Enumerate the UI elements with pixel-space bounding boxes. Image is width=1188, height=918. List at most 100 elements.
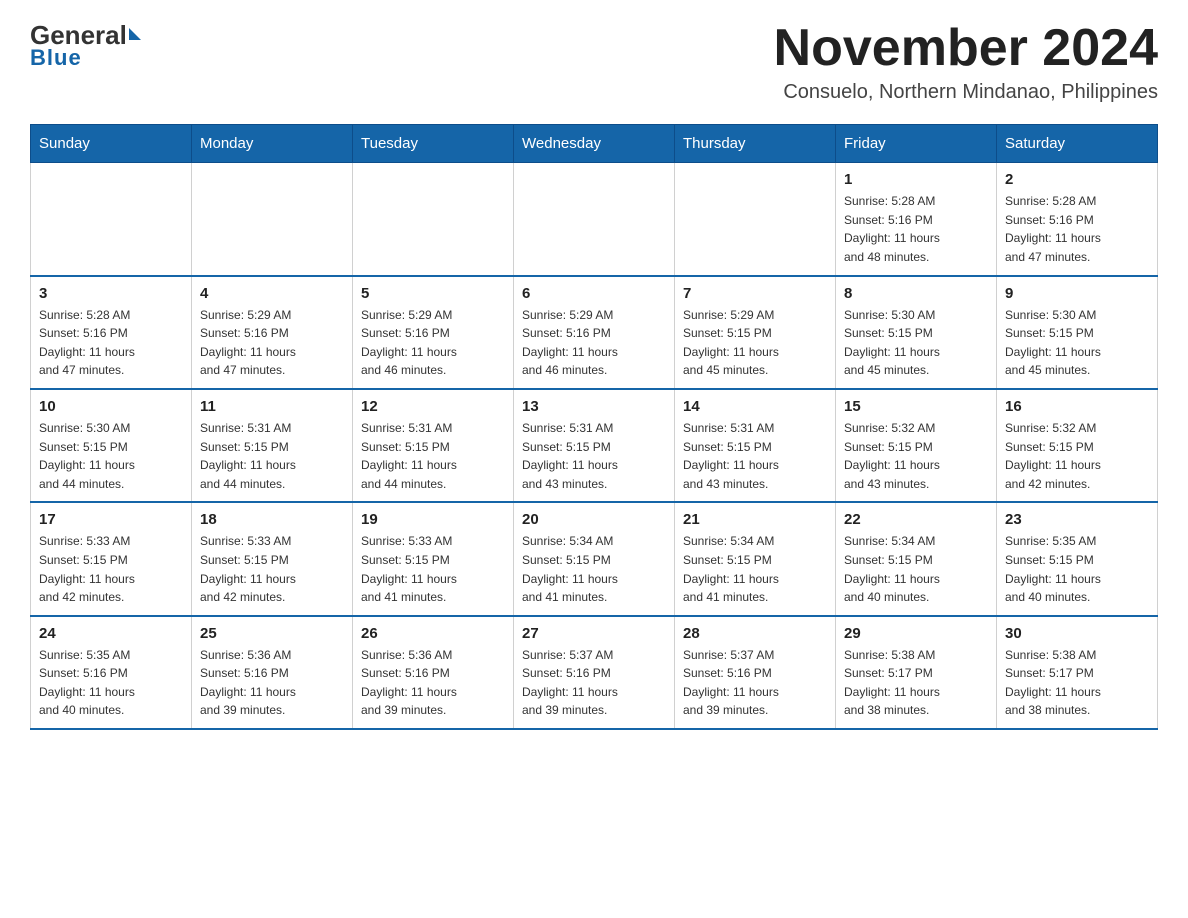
table-row [675, 163, 836, 276]
day-number: 18 [200, 511, 344, 528]
table-row: 17 Sunrise: 5:33 AM Sunset: 5:15 PM Dayli… [31, 502, 192, 615]
header-tuesday: Tuesday [353, 125, 514, 163]
day-number: 6 [522, 285, 666, 302]
day-detail: Sunrise: 5:33 AM Sunset: 5:15 PM Dayligh… [361, 532, 505, 606]
table-row: 13 Sunrise: 5:31 AM Sunset: 5:15 PM Dayli… [514, 389, 675, 502]
day-detail: Sunrise: 5:31 AM Sunset: 5:15 PM Dayligh… [683, 419, 827, 493]
day-detail: Sunrise: 5:38 AM Sunset: 5:17 PM Dayligh… [844, 646, 988, 720]
calendar-week-row: 10 Sunrise: 5:30 AM Sunset: 5:15 PM Dayli… [31, 389, 1158, 502]
table-row: 21Sunrise: 5:34 AM Sunset: 5:15 PM Dayli… [675, 502, 836, 615]
day-number: 30 [1005, 625, 1149, 642]
day-detail: Sunrise: 5:38 AM Sunset: 5:17 PM Dayligh… [1005, 646, 1149, 720]
day-detail: Sunrise: 5:28 AM Sunset: 5:16 PM Dayligh… [39, 306, 183, 380]
day-detail: Sunrise: 5:32 AM Sunset: 5:15 PM Dayligh… [844, 419, 988, 493]
day-number: 2 [1005, 171, 1149, 188]
day-detail: Sunrise: 5:36 AM Sunset: 5:16 PM Dayligh… [361, 646, 505, 720]
day-number: 19 [361, 511, 505, 528]
day-detail: Sunrise: 5:29 AM Sunset: 5:15 PM Dayligh… [683, 306, 827, 380]
table-row: 6Sunrise: 5:29 AM Sunset: 5:16 PM Daylig… [514, 276, 675, 389]
table-row: 30 Sunrise: 5:38 AM Sunset: 5:17 PM Dayli… [997, 616, 1158, 729]
day-number: 7 [683, 285, 827, 302]
day-number: 27 [522, 625, 666, 642]
table-row: 25 Sunrise: 5:36 AM Sunset: 5:16 PM Dayli… [192, 616, 353, 729]
day-detail: Sunrise: 5:32 AM Sunset: 5:15 PM Dayligh… [1005, 419, 1149, 493]
header-saturday: Saturday [997, 125, 1158, 163]
day-number: 10 [39, 398, 183, 415]
day-number: 12 [361, 398, 505, 415]
day-number: 28 [683, 625, 827, 642]
logo-blue-text: Blue [30, 45, 82, 71]
calendar-week-row: 1 Sunrise: 5:28 AM Sunset: 5:16 PM Daylig… [31, 163, 1158, 276]
day-number: 3 [39, 285, 183, 302]
day-number: 11 [200, 398, 344, 415]
table-row: 11 Sunrise: 5:31 AM Sunset: 5:15 PM Dayli… [192, 389, 353, 502]
table-row: 1 Sunrise: 5:28 AM Sunset: 5:16 PM Daylig… [836, 163, 997, 276]
day-detail: Sunrise: 5:35 AM Sunset: 5:16 PM Dayligh… [39, 646, 183, 720]
table-row: 4 Sunrise: 5:29 AM Sunset: 5:16 PM Daylig… [192, 276, 353, 389]
day-number: 22 [844, 511, 988, 528]
day-detail: Sunrise: 5:29 AM Sunset: 5:16 PM Dayligh… [361, 306, 505, 380]
header-wednesday: Wednesday [514, 125, 675, 163]
day-number: 23 [1005, 511, 1149, 528]
table-row: 20 Sunrise: 5:34 AM Sunset: 5:15 PM Dayli… [514, 502, 675, 615]
weekday-header-row: Sunday Monday Tuesday Wednesday Thursday… [31, 125, 1158, 163]
calendar-week-row: 17 Sunrise: 5:33 AM Sunset: 5:15 PM Dayli… [31, 502, 1158, 615]
month-title: November 2024 [774, 20, 1158, 77]
table-row: 28Sunrise: 5:37 AM Sunset: 5:16 PM Dayli… [675, 616, 836, 729]
table-row [31, 163, 192, 276]
day-number: 5 [361, 285, 505, 302]
day-number: 14 [683, 398, 827, 415]
day-detail: Sunrise: 5:34 AM Sunset: 5:15 PM Dayligh… [683, 532, 827, 606]
day-number: 17 [39, 511, 183, 528]
table-row: 19 Sunrise: 5:33 AM Sunset: 5:15 PM Dayli… [353, 502, 514, 615]
logo-triangle-icon [129, 28, 141, 40]
day-detail: Sunrise: 5:34 AM Sunset: 5:15 PM Dayligh… [522, 532, 666, 606]
table-row: 27 Sunrise: 5:37 AM Sunset: 5:16 PM Dayli… [514, 616, 675, 729]
table-row: 14 Sunrise: 5:31 AM Sunset: 5:15 PM Dayli… [675, 389, 836, 502]
table-row: 10 Sunrise: 5:30 AM Sunset: 5:15 PM Dayli… [31, 389, 192, 502]
day-number: 13 [522, 398, 666, 415]
day-number: 4 [200, 285, 344, 302]
day-detail: Sunrise: 5:30 AM Sunset: 5:15 PM Dayligh… [1005, 306, 1149, 380]
day-detail: Sunrise: 5:30 AM Sunset: 5:15 PM Dayligh… [844, 306, 988, 380]
table-row: 22 Sunrise: 5:34 AM Sunset: 5:15 PM Dayli… [836, 502, 997, 615]
calendar-table: Sunday Monday Tuesday Wednesday Thursday… [30, 124, 1158, 730]
day-detail: Sunrise: 5:34 AM Sunset: 5:15 PM Dayligh… [844, 532, 988, 606]
header-thursday: Thursday [675, 125, 836, 163]
table-row: 23Sunrise: 5:35 AM Sunset: 5:15 PM Dayli… [997, 502, 1158, 615]
page-header: General Blue November 2024 Consuelo, Nor… [30, 20, 1158, 104]
day-detail: Sunrise: 5:31 AM Sunset: 5:15 PM Dayligh… [200, 419, 344, 493]
day-detail: Sunrise: 5:30 AM Sunset: 5:15 PM Dayligh… [39, 419, 183, 493]
calendar-week-row: 24 Sunrise: 5:35 AM Sunset: 5:16 PM Dayli… [31, 616, 1158, 729]
day-number: 25 [200, 625, 344, 642]
day-detail: Sunrise: 5:37 AM Sunset: 5:16 PM Dayligh… [522, 646, 666, 720]
day-detail: Sunrise: 5:28 AM Sunset: 5:16 PM Dayligh… [844, 192, 988, 266]
table-row: 26 Sunrise: 5:36 AM Sunset: 5:16 PM Dayli… [353, 616, 514, 729]
table-row: 5 Sunrise: 5:29 AM Sunset: 5:16 PM Daylig… [353, 276, 514, 389]
day-number: 20 [522, 511, 666, 528]
logo: General Blue [30, 20, 141, 71]
header-friday: Friday [836, 125, 997, 163]
day-number: 15 [844, 398, 988, 415]
day-detail: Sunrise: 5:33 AM Sunset: 5:15 PM Dayligh… [39, 532, 183, 606]
table-row: 3 Sunrise: 5:28 AM Sunset: 5:16 PM Daylig… [31, 276, 192, 389]
table-row: 2Sunrise: 5:28 AM Sunset: 5:16 PM Daylig… [997, 163, 1158, 276]
location-subtitle: Consuelo, Northern Mindanao, Philippines [774, 81, 1158, 104]
table-row: 7 Sunrise: 5:29 AM Sunset: 5:15 PM Daylig… [675, 276, 836, 389]
day-number: 24 [39, 625, 183, 642]
table-row: 29Sunrise: 5:38 AM Sunset: 5:17 PM Dayli… [836, 616, 997, 729]
table-row: 24 Sunrise: 5:35 AM Sunset: 5:16 PM Dayli… [31, 616, 192, 729]
day-detail: Sunrise: 5:31 AM Sunset: 5:15 PM Dayligh… [361, 419, 505, 493]
calendar-week-row: 3 Sunrise: 5:28 AM Sunset: 5:16 PM Daylig… [31, 276, 1158, 389]
table-row: 9Sunrise: 5:30 AM Sunset: 5:15 PM Daylig… [997, 276, 1158, 389]
day-detail: Sunrise: 5:29 AM Sunset: 5:16 PM Dayligh… [200, 306, 344, 380]
day-number: 16 [1005, 398, 1149, 415]
day-detail: Sunrise: 5:31 AM Sunset: 5:15 PM Dayligh… [522, 419, 666, 493]
header-sunday: Sunday [31, 125, 192, 163]
day-detail: Sunrise: 5:36 AM Sunset: 5:16 PM Dayligh… [200, 646, 344, 720]
title-area: November 2024 Consuelo, Northern Mindana… [774, 20, 1158, 104]
table-row: 12 Sunrise: 5:31 AM Sunset: 5:15 PM Dayli… [353, 389, 514, 502]
day-number: 26 [361, 625, 505, 642]
table-row: 18Sunrise: 5:33 AM Sunset: 5:15 PM Dayli… [192, 502, 353, 615]
day-number: 1 [844, 171, 988, 188]
